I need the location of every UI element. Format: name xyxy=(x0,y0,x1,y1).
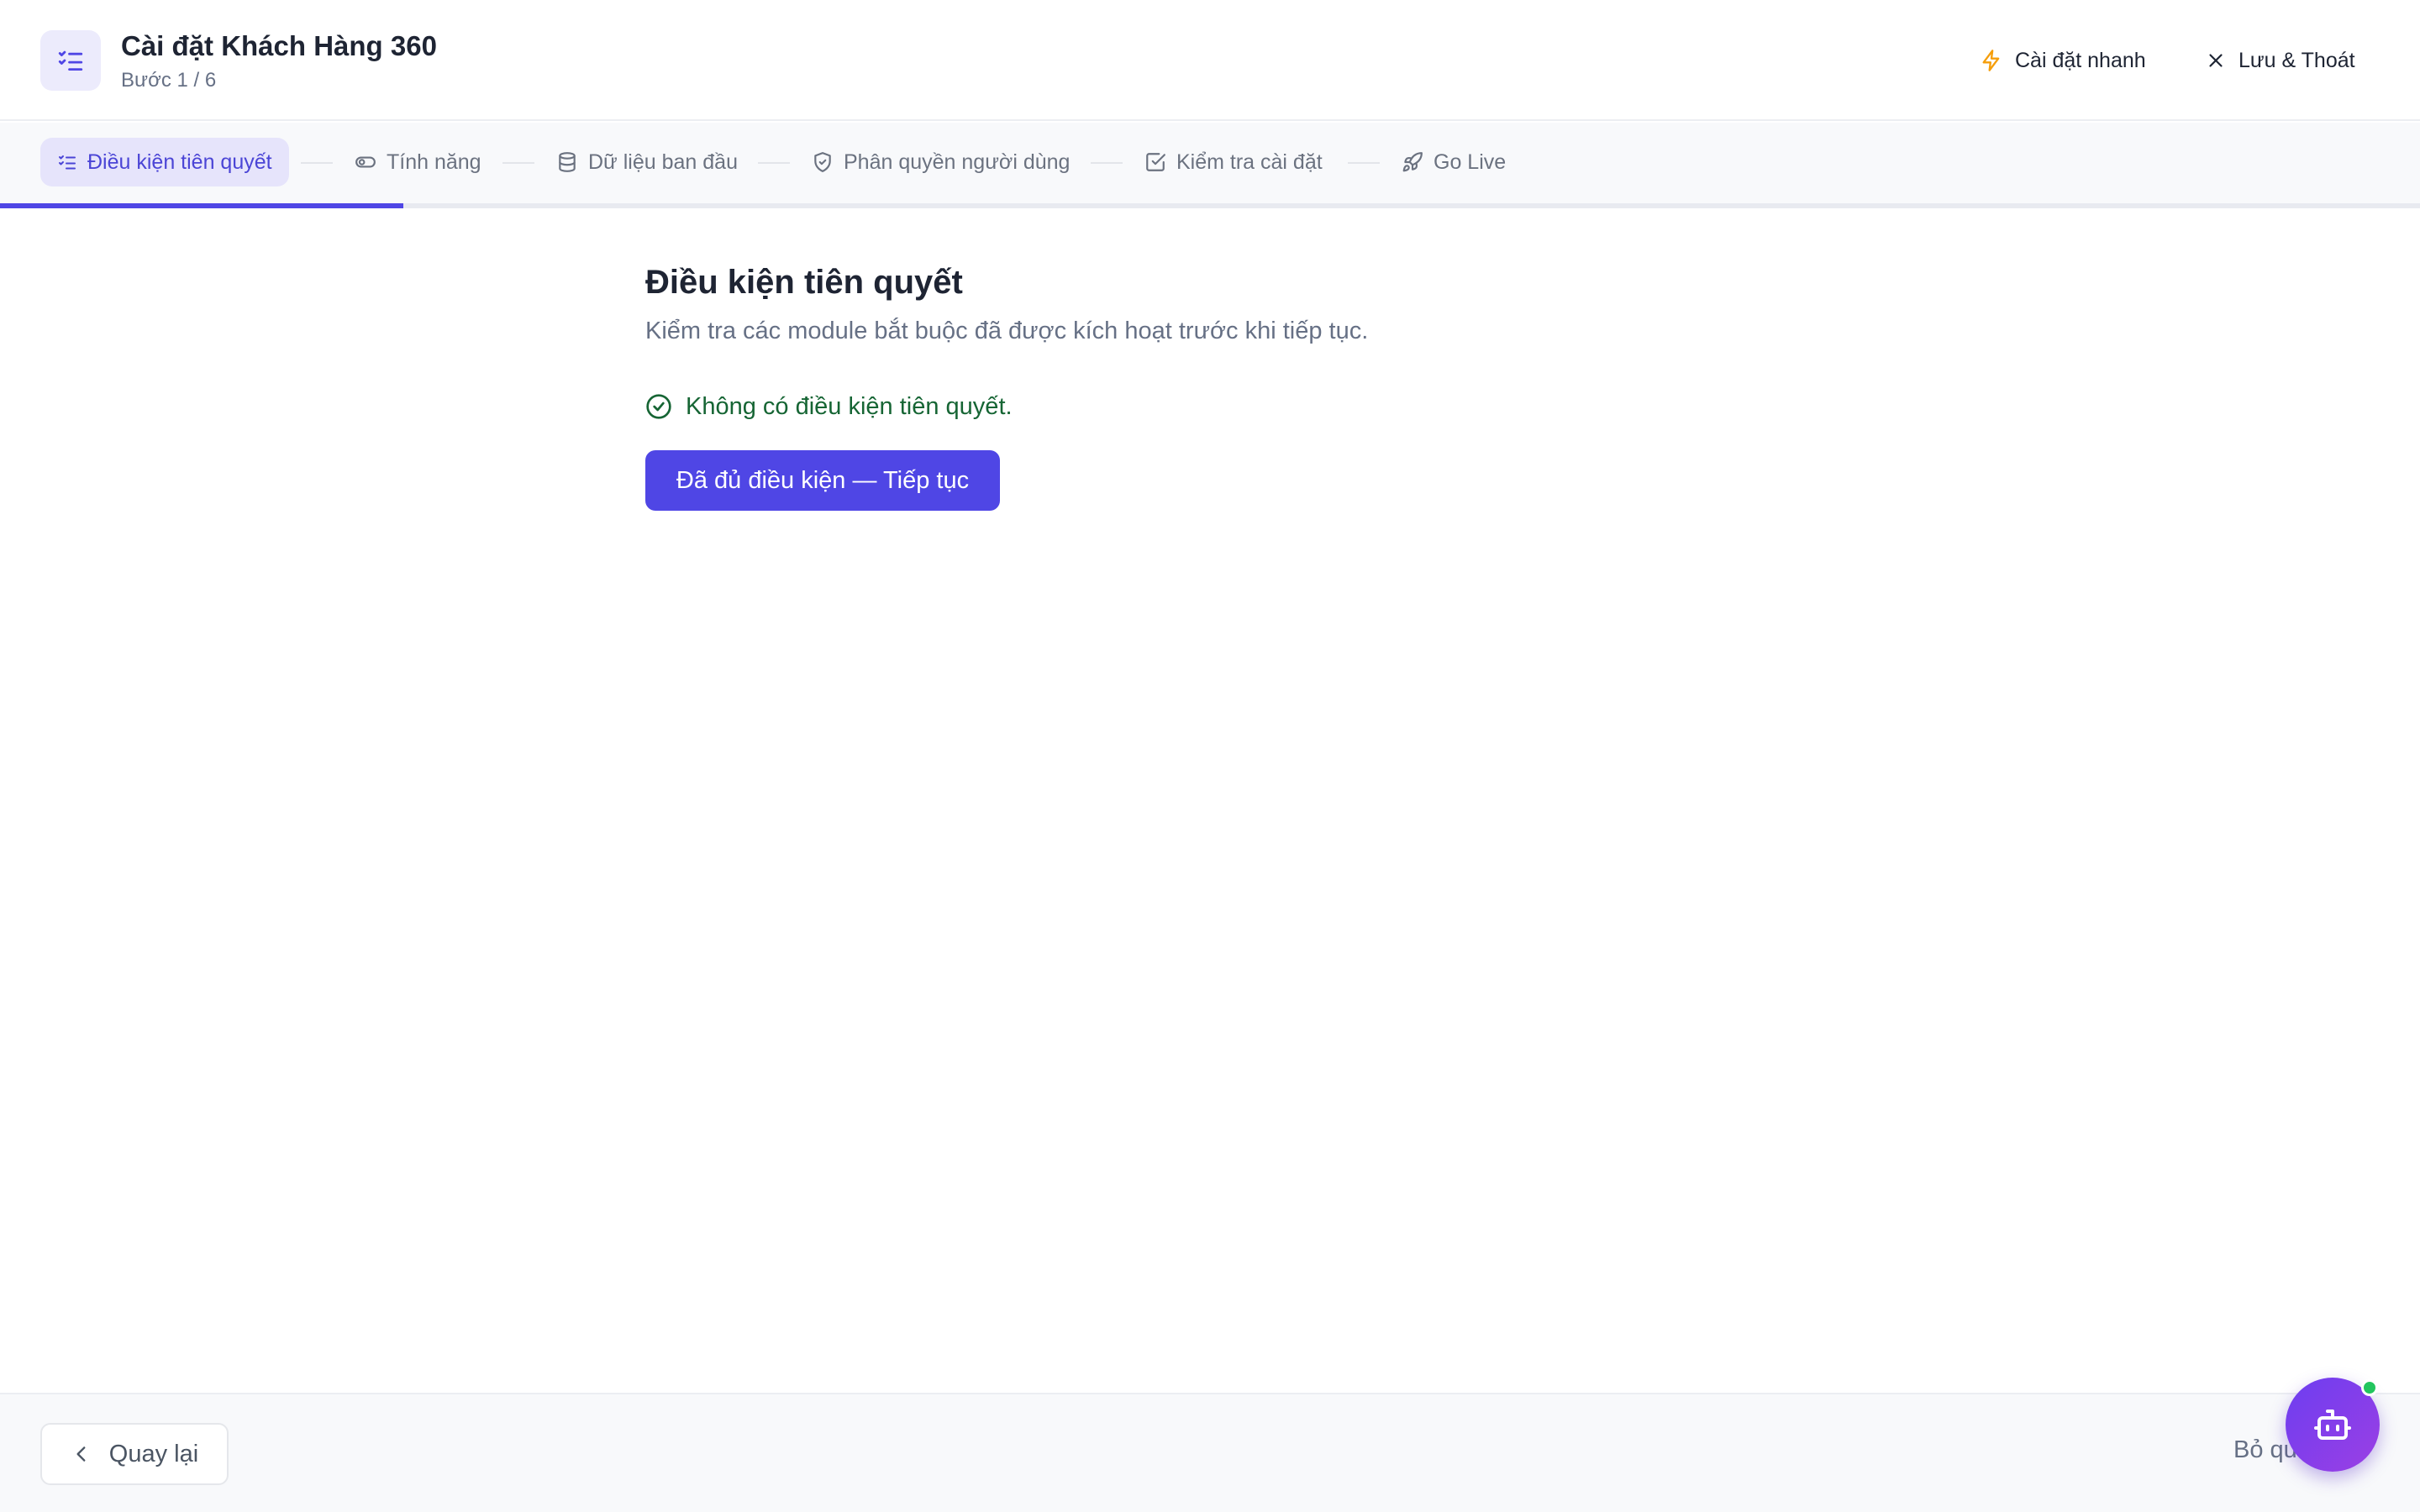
step-prerequisites[interactable]: Điều kiện tiên quyết xyxy=(40,138,289,186)
step-label: Go Live xyxy=(1434,150,1507,174)
step-label: Phân quyền người dùng xyxy=(844,150,1071,174)
step-initial-data[interactable]: Dữ liệu ban đầu xyxy=(539,138,755,186)
back-button[interactable]: Quay lại xyxy=(40,1423,229,1485)
wizard-progress-bar xyxy=(0,203,2420,208)
lightning-icon xyxy=(1980,49,2003,72)
setup-wizard-page: Cài đặt Khách Hàng 360 Bước 1 / 6 Cài đặ… xyxy=(0,0,2420,1512)
step-user-permissions[interactable]: Phân quyền người dùng xyxy=(795,138,1086,186)
save-exit-button[interactable]: Lưu & Thoát xyxy=(2205,44,2355,77)
chevron-left-icon xyxy=(71,1443,92,1465)
database-icon xyxy=(556,151,578,173)
step-verify-setup[interactable]: Kiểm tra cài đặt xyxy=(1128,138,1339,186)
save-exit-label: Lưu & Thoát xyxy=(2238,48,2355,72)
quick-setup-label: Cài đặt nhanh xyxy=(2015,48,2146,72)
step-separator xyxy=(502,162,534,164)
step-label: Kiểm tra cài đặt xyxy=(1176,150,1323,174)
step-separator xyxy=(1348,162,1380,164)
step-indicator: Bước 1 / 6 xyxy=(121,69,217,92)
step-separator xyxy=(301,162,333,164)
prerequisite-status: Không có điều kiện tiên quyết. xyxy=(645,391,1013,422)
list-checks-icon xyxy=(57,152,77,172)
back-label: Quay lại xyxy=(108,1440,199,1467)
wizard-footer: Quay lại Bỏ qua xyxy=(0,1393,2420,1512)
section-title: Điều kiện tiên quyết xyxy=(645,264,963,301)
step-label: Dữ liệu ban đầu xyxy=(588,150,738,174)
wizard-progress-fill xyxy=(0,203,404,208)
step-separator xyxy=(758,162,790,164)
status-text: Không có điều kiện tiên quyết. xyxy=(686,392,1013,420)
step-label: Tính năng xyxy=(387,150,481,174)
step-label: Điều kiện tiên quyết xyxy=(87,150,272,174)
robot-icon xyxy=(2312,1404,2353,1445)
toggle-icon xyxy=(355,151,376,173)
quick-setup-button[interactable]: Cài đặt nhanh xyxy=(1980,44,2146,77)
section-description: Kiểm tra các module bắt buộc đã được kíc… xyxy=(645,318,1369,344)
step-separator xyxy=(1091,162,1123,164)
page-title: Cài đặt Khách Hàng 360 xyxy=(121,30,437,61)
check-circle-icon xyxy=(645,393,672,420)
close-icon xyxy=(2205,50,2227,71)
step-features[interactable]: Tính năng xyxy=(338,138,498,186)
wizard-stepper: Điều kiện tiên quyết Tính năng Dữ liệu b… xyxy=(0,123,2420,203)
online-status-dot xyxy=(2361,1379,2378,1396)
wizard-header: Cài đặt Khách Hàng 360 Bước 1 / 6 Cài đặ… xyxy=(0,0,2420,121)
list-checks-icon xyxy=(40,30,101,91)
shield-icon xyxy=(812,151,834,173)
rocket-icon xyxy=(1402,151,1423,173)
checkbox-icon xyxy=(1144,151,1166,173)
step-go-live[interactable]: Go Live xyxy=(1385,138,1523,186)
continue-button[interactable]: Đã đủ điều kiện — Tiếp tục xyxy=(645,450,1000,511)
